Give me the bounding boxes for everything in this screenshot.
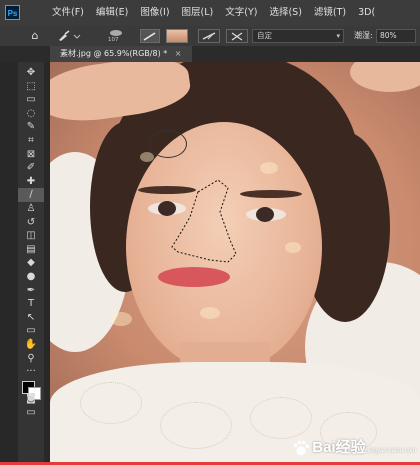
- type-tool-icon[interactable]: T: [18, 297, 44, 311]
- document-tab-title: 素材.jpg @ 65.9%(RGB/8) *: [60, 49, 168, 58]
- zoom-tool-icon[interactable]: ⚲: [18, 352, 44, 366]
- tools-panel: ✥ ⬚ ▭ ◌ ✎ ⌗ ⊠ ✐ ✚ ∕ ♙ ↺ ◫ ▤ ◆ ● ✒ T ↖ ▭ ✋ ⚲ ··· ◙ ▭: [0, 62, 50, 465]
- crop-tool-icon[interactable]: ⌗: [18, 134, 44, 148]
- quick-select-tool-icon[interactable]: ✎: [18, 120, 44, 134]
- blur-tool-icon[interactable]: ◆: [18, 256, 44, 270]
- marquee-tool-icon[interactable]: ⬚: [18, 80, 44, 94]
- menu-items: 文件(F) 编辑(E) 图像(I) 图层(L) 文字(Y) 选择(S) 滤镜(T…: [46, 6, 381, 20]
- lasso-tool-icon[interactable]: ◌: [18, 107, 44, 121]
- gradient-tool-icon[interactable]: ▤: [18, 243, 44, 257]
- lasso-selection-path: [171, 179, 237, 263]
- brush-size-value: 107: [108, 37, 119, 43]
- history-brush-tool-icon[interactable]: ↺: [18, 216, 44, 230]
- brush-panel-toggle[interactable]: [140, 29, 160, 43]
- menu-select[interactable]: 选择(S): [263, 6, 307, 20]
- quick-mask-icon[interactable]: ◙: [18, 392, 44, 406]
- brush-panel-icon: [143, 32, 156, 41]
- menu-layer[interactable]: 图层(L): [176, 6, 220, 20]
- move-tool-icon[interactable]: ✥: [18, 66, 44, 80]
- document-tab-bar: 素材.jpg @ 65.9%(RGB/8) * ×: [0, 46, 420, 62]
- document-tab[interactable]: 素材.jpg @ 65.9%(RGB/8) * ×: [50, 46, 192, 62]
- clean-brush-icon: [231, 32, 243, 41]
- mix-preset-value: 自定: [257, 31, 272, 40]
- document-canvas[interactable]: Bai经验 jingyan.baidu.com: [50, 62, 420, 465]
- baidu-paw-icon: [294, 440, 310, 456]
- menu-type[interactable]: 文字(Y): [219, 6, 263, 20]
- hand-tool-icon[interactable]: ✋: [18, 338, 44, 352]
- baidu-watermark: Bai经验 jingyan.baidu.com: [292, 437, 416, 459]
- more-tools-icon[interactable]: ···: [18, 365, 44, 379]
- menu-file[interactable]: 文件(F): [46, 6, 90, 20]
- watermark-text: Bai: [312, 439, 336, 456]
- tools-column: ✥ ⬚ ▭ ◌ ✎ ⌗ ⊠ ✐ ✚ ∕ ♙ ↺ ◫ ▤ ◆ ● ✒ T ↖ ▭ ✋ ⚲ ··· ◙ ▭: [18, 62, 44, 465]
- healing-brush-tool-icon[interactable]: ✚: [18, 175, 44, 189]
- wet-label: 潮湿:: [354, 31, 373, 40]
- eraser-tool-icon[interactable]: ◫: [18, 229, 44, 243]
- menu-3d[interactable]: 3D(: [352, 6, 381, 20]
- pen-tool-icon[interactable]: ✒: [18, 284, 44, 298]
- tool-preset-picker[interactable]: [56, 29, 82, 43]
- watermark-url: jingyan.baidu.com: [367, 448, 416, 454]
- options-bar: ⌂ 107 自定 ▾ 潮湿: 80%: [0, 26, 420, 47]
- photoshop-window: Ps 文件(F) 编辑(E) 图像(I) 图层(L) 文字(Y) 选择(S) 滤…: [0, 0, 420, 465]
- menu-filter[interactable]: 滤镜(T): [308, 6, 352, 20]
- frame-tool-icon[interactable]: ⊠: [18, 148, 44, 162]
- chevron-down-icon: ▾: [336, 32, 340, 40]
- menu-image[interactable]: 图像(I): [134, 6, 175, 20]
- dodge-tool-icon[interactable]: ●: [18, 270, 44, 284]
- rectangle-tool-icon[interactable]: ▭: [18, 324, 44, 338]
- screen-mode-icon[interactable]: ▭: [18, 406, 44, 420]
- mix-preset-select[interactable]: 自定 ▾: [252, 29, 344, 43]
- path-select-tool-icon[interactable]: ↖: [18, 311, 44, 325]
- home-icon[interactable]: ⌂: [28, 29, 42, 43]
- brush-stroke-icon: [202, 32, 216, 40]
- menu-bar: Ps 文件(F) 编辑(E) 图像(I) 图层(L) 文字(Y) 选择(S) 滤…: [0, 0, 420, 27]
- brush-tool-icon[interactable]: ∕: [18, 188, 44, 203]
- brush-preset-icon: [59, 30, 81, 41]
- menu-edit[interactable]: 编辑(E): [90, 6, 134, 20]
- load-brush-button[interactable]: [198, 29, 220, 43]
- photoshop-logo-icon: Ps: [5, 5, 20, 20]
- wet-value-input[interactable]: 80%: [376, 29, 416, 43]
- clean-brush-button[interactable]: [226, 29, 248, 43]
- artboard-tool-icon[interactable]: ▭: [18, 93, 44, 107]
- clone-stamp-tool-icon[interactable]: ♙: [18, 202, 44, 216]
- eyedropper-tool-icon[interactable]: ✐: [18, 161, 44, 175]
- sample-swatch-thumbnail[interactable]: [166, 29, 188, 43]
- close-tab-icon[interactable]: ×: [175, 49, 182, 58]
- watermark-text-2: 经验: [335, 439, 366, 456]
